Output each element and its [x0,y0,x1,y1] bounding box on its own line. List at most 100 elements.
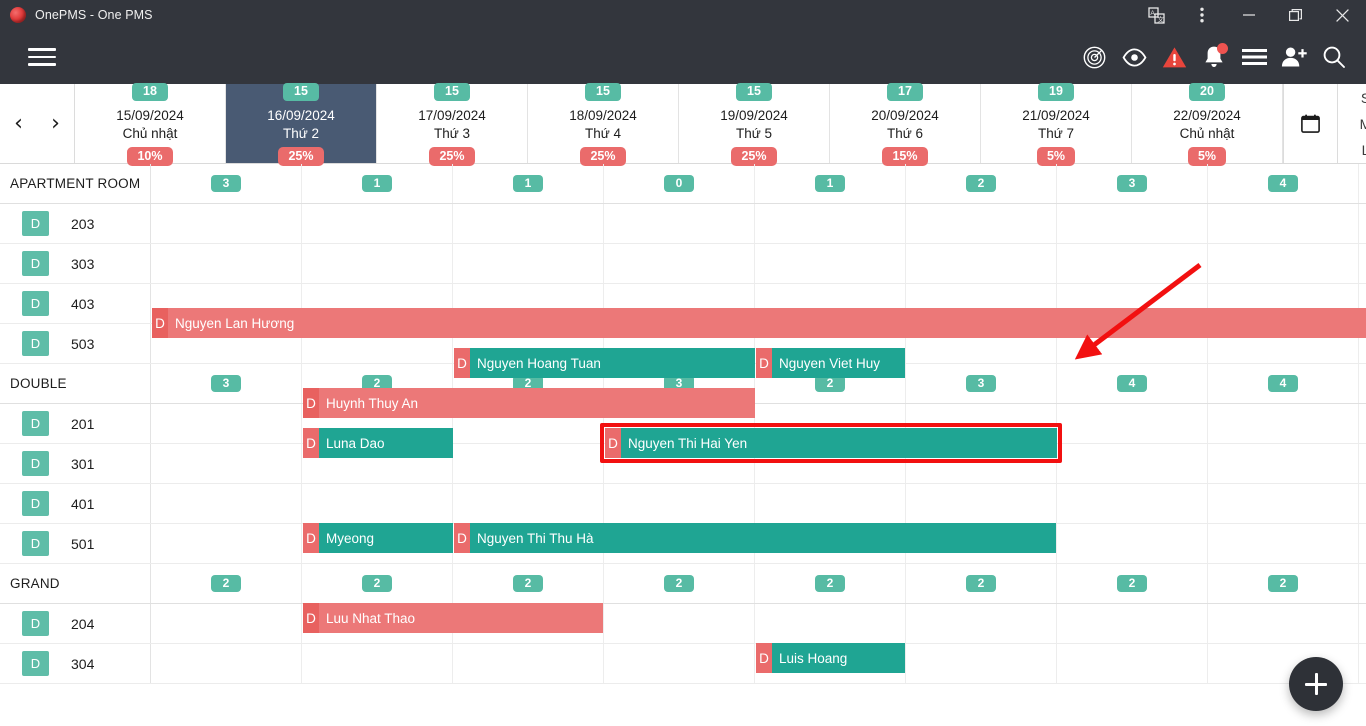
room-day-cell[interactable] [1208,244,1359,283]
room-day-cell[interactable] [1057,604,1208,643]
day-column-2[interactable]: 15 17/09/2024 Thứ 3 25% [377,82,528,167]
calendar-picker-button[interactable] [1283,84,1338,163]
room-day-cell[interactable] [453,444,604,483]
room-day-cell[interactable] [1208,524,1359,563]
room-day-cell[interactable] [604,604,755,643]
room-day-cell[interactable] [1057,204,1208,243]
booking-guest-name: Myeong [326,530,375,546]
booking-bar[interactable]: D Nguyen Thi Thu Hà [454,523,1056,553]
room-type-chip: D [22,651,49,676]
eye-icon[interactable] [1114,37,1154,77]
day-available-count: 15 [585,82,621,102]
room-day-cell[interactable] [755,244,906,283]
room-day-cell[interactable] [302,484,453,523]
room-day-cell[interactable] [604,484,755,523]
room-day-cell[interactable] [453,244,604,283]
booking-bar[interactable]: D Nguyen Lan Hương [152,308,1366,338]
room-day-cell[interactable] [151,204,302,243]
room-day-cell[interactable] [151,604,302,643]
booking-guest-name: Luu Nhat Thao [326,610,416,626]
day-column-3[interactable]: 15 18/09/2024 Thứ 4 25% [528,82,679,167]
room-day-cell[interactable] [604,244,755,283]
target-icon[interactable] [1074,37,1114,77]
next-week-button[interactable]: › [48,112,63,135]
prev-week-button[interactable]: ‹ [11,112,26,135]
room-day-cell[interactable] [755,604,906,643]
room-day-cell[interactable] [151,244,302,283]
day-date: 17/09/2024 [418,108,486,124]
room-day-cell[interactable] [1057,444,1208,483]
add-person-icon[interactable] [1274,37,1314,77]
add-booking-button[interactable] [1289,657,1343,711]
room-day-cell[interactable] [1208,444,1359,483]
booking-bar[interactable]: D Luna Dao [303,428,453,458]
room-day-cell[interactable] [1057,524,1208,563]
booking-bar[interactable]: D Luu Nhat Thao [303,603,603,633]
room-day-cell[interactable] [906,244,1057,283]
booking-bar[interactable]: D Nguyen Thi Hai Yen [605,428,1057,458]
room-day-cell[interactable] [906,204,1057,243]
group-available-count: 1 [513,174,543,193]
room-day-cell[interactable] [1057,404,1208,443]
room-label: D 203 [0,204,151,243]
room-day-cell[interactable] [302,204,453,243]
room-number: 304 [71,655,95,672]
day-date: 18/09/2024 [569,108,637,124]
day-column-7[interactable]: 20 22/09/2024 Chủ nhật 5% [1132,82,1283,167]
translate-icon[interactable]: A 文 [1133,0,1179,30]
size-option-s[interactable]: S [1361,90,1366,106]
list-icon[interactable] [1234,37,1274,77]
room-day-cell[interactable] [906,604,1057,643]
room-day-cell[interactable] [151,484,302,523]
room-day-cell[interactable] [302,244,453,283]
room-day-cell[interactable] [1057,484,1208,523]
booking-bar[interactable]: D Nguyen Viet Huy [756,348,905,378]
room-day-cell[interactable] [1208,204,1359,243]
day-column-1[interactable]: 15 16/09/2024 Thứ 2 25% [226,82,377,167]
booking-bar[interactable]: D Huynh Thuy An [303,388,755,418]
room-day-cell[interactable] [302,644,453,683]
room-day-cell[interactable] [1057,244,1208,283]
menu-icon[interactable] [28,43,56,71]
room-day-cell[interactable] [1208,404,1359,443]
room-number: 403 [71,295,95,312]
group-day-cell: 2 [906,564,1057,603]
size-option-m[interactable]: M [1360,116,1366,132]
room-day-cell[interactable] [1057,644,1208,683]
minimize-button[interactable] [1225,0,1272,30]
search-icon[interactable] [1314,37,1354,77]
room-day-cell[interactable] [151,444,302,483]
more-vertical-icon[interactable] [1179,0,1225,30]
room-day-cell[interactable] [453,204,604,243]
room-day-cell[interactable] [1208,604,1359,643]
booking-bar[interactable]: D Luis Hoang [756,643,905,673]
room-day-cell[interactable] [151,404,302,443]
bell-icon[interactable] [1194,37,1234,77]
room-day-cell[interactable] [755,204,906,243]
group-available-count: 0 [664,174,694,193]
room-day-cell[interactable] [453,484,604,523]
day-column-6[interactable]: 19 21/09/2024 Thứ 7 5% [981,82,1132,167]
room-row: D 401 [0,484,1366,524]
close-button[interactable] [1319,0,1366,30]
group-available-count: 3 [211,374,241,393]
room-day-cell[interactable] [906,484,1057,523]
day-column-4[interactable]: 15 19/09/2024 Thứ 5 25% [679,82,830,167]
room-day-cell[interactable] [604,204,755,243]
day-column-5[interactable]: 17 20/09/2024 Thứ 6 15% [830,82,981,167]
maximize-button[interactable] [1272,0,1319,30]
group-available-count: 2 [664,574,694,593]
room-day-cell[interactable] [1208,484,1359,523]
room-day-cell[interactable] [755,484,906,523]
room-day-cell[interactable] [151,644,302,683]
booking-bar[interactable]: D Myeong [303,523,453,553]
day-column-0[interactable]: 18 15/09/2024 Chủ nhật 10% [75,82,226,167]
room-day-cell[interactable] [906,644,1057,683]
size-option-l[interactable]: L [1362,142,1366,158]
room-day-cell[interactable] [151,524,302,563]
room-day-cell[interactable] [604,644,755,683]
warning-icon[interactable] [1154,37,1194,77]
booking-bar[interactable]: D Nguyen Hoang Tuan [454,348,755,378]
room-day-cell[interactable] [453,644,604,683]
group-name: DOUBLE [0,364,151,403]
